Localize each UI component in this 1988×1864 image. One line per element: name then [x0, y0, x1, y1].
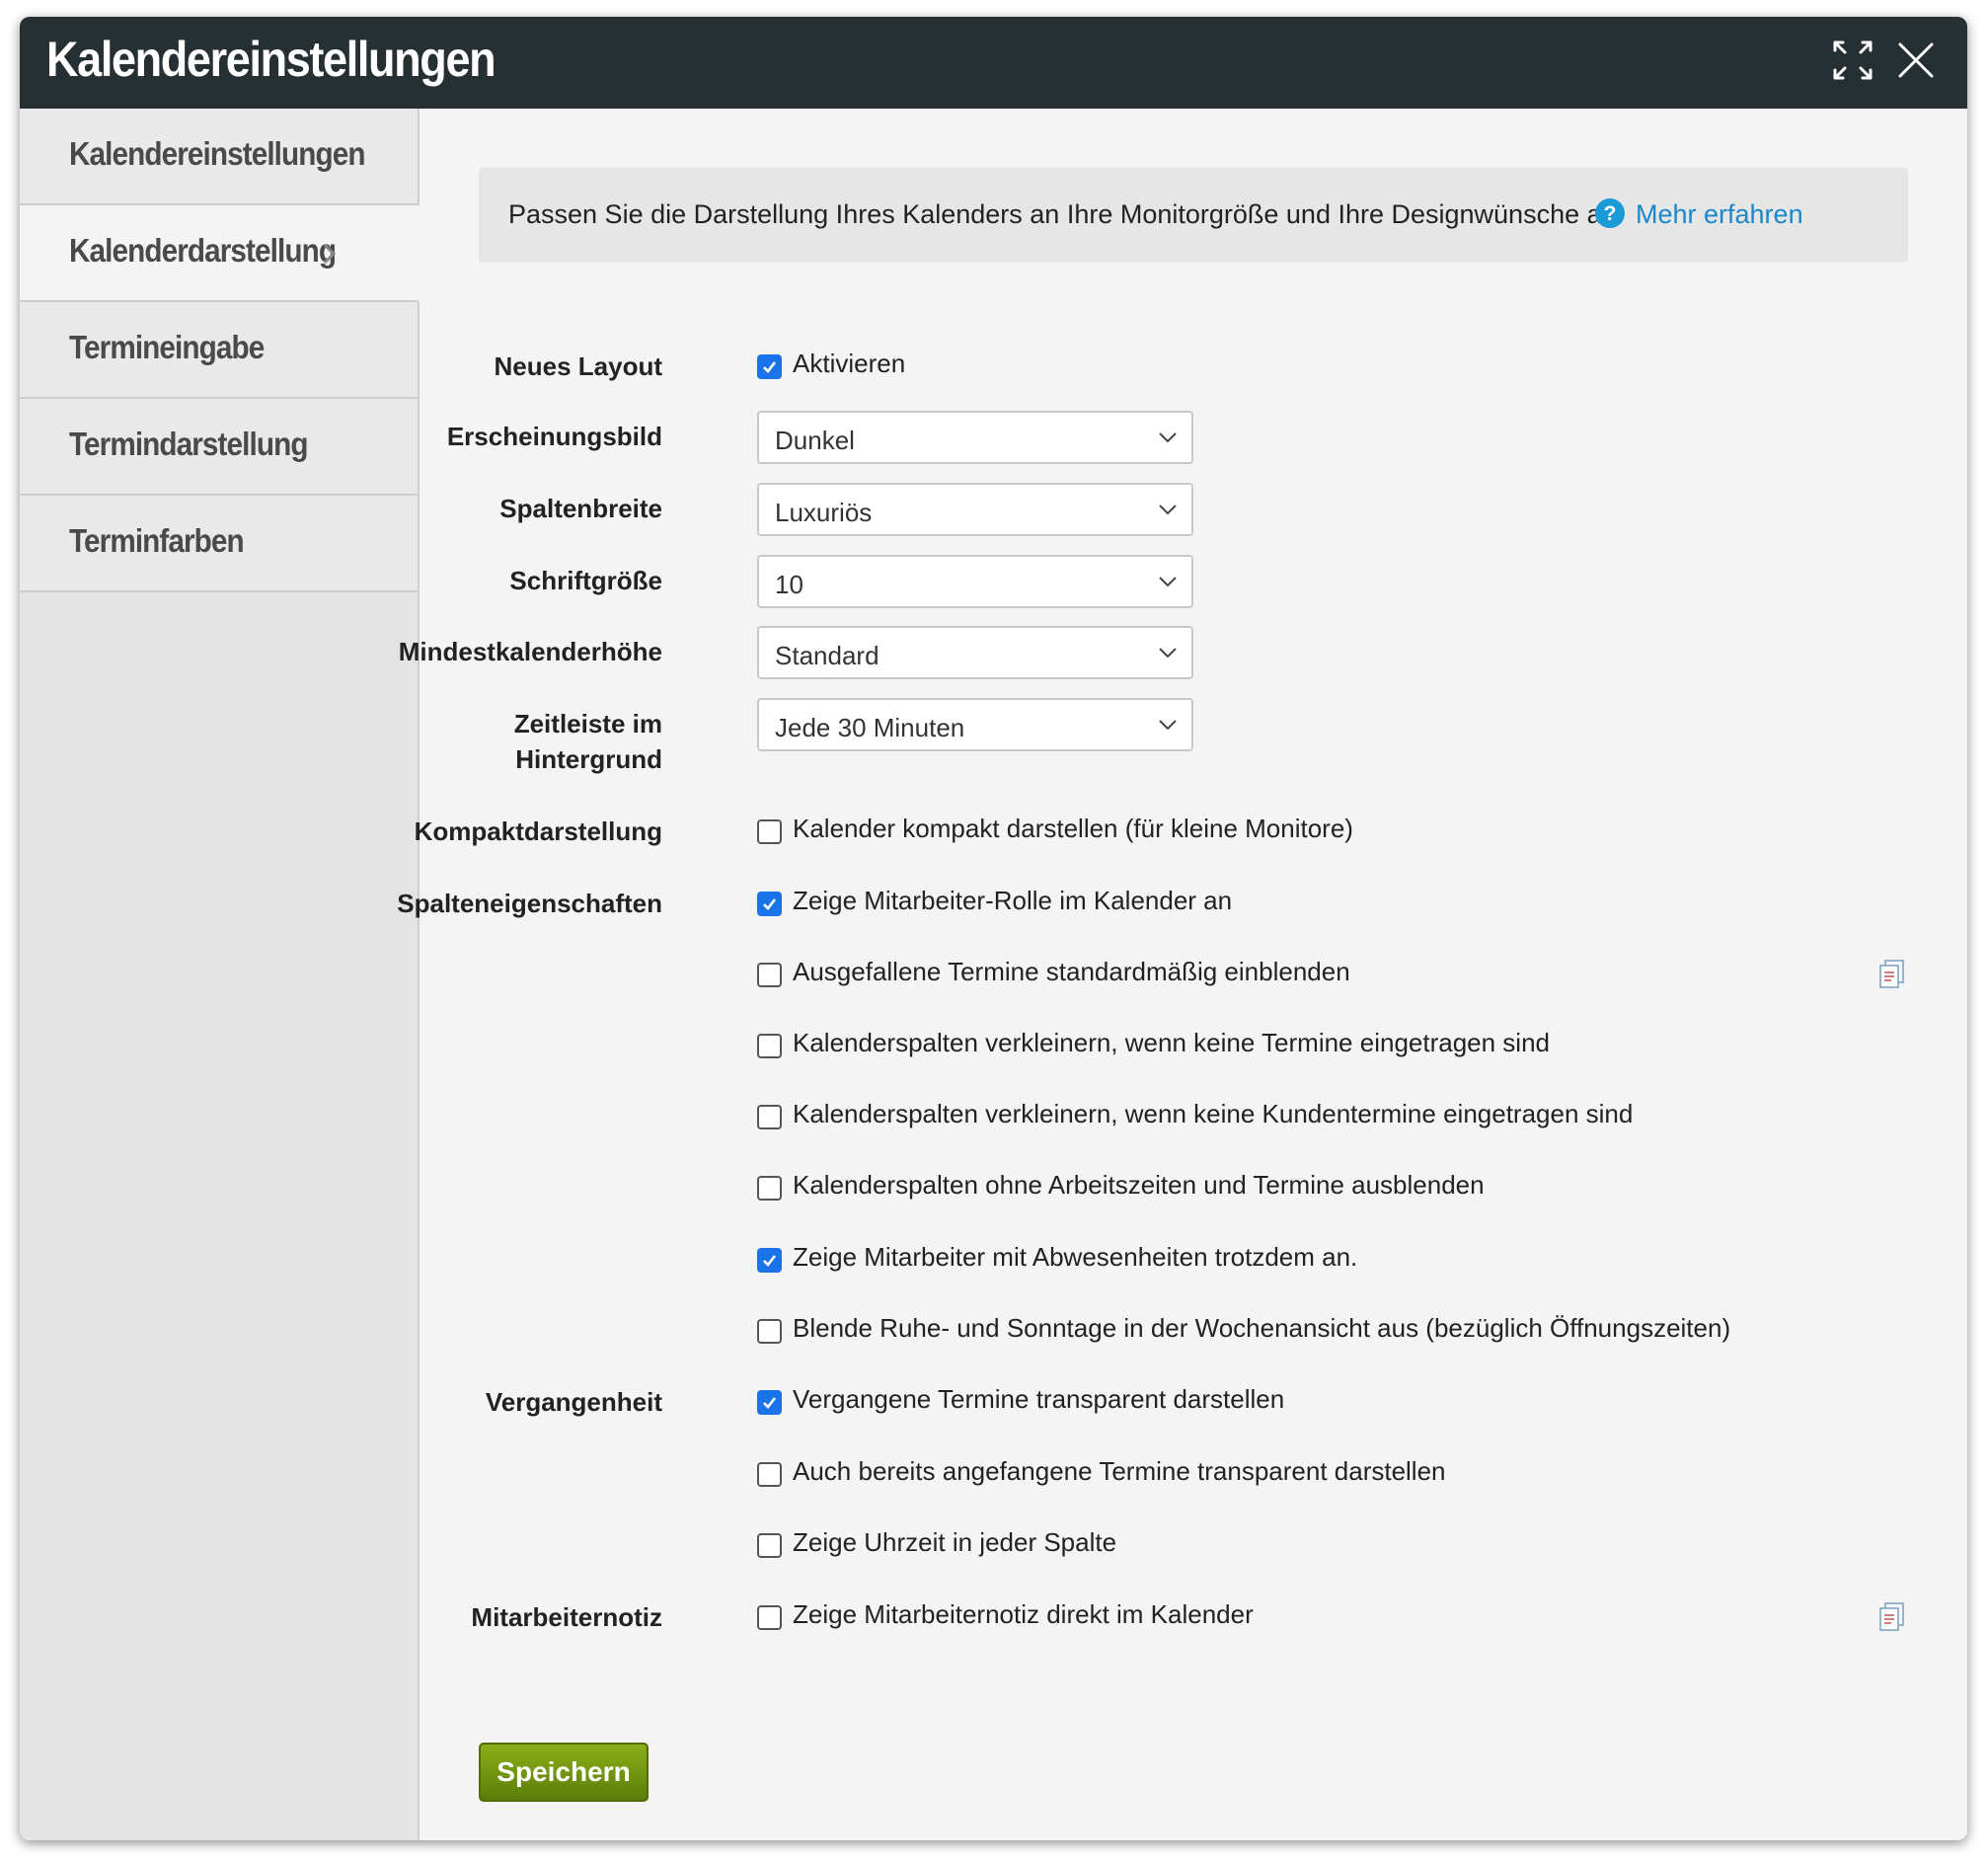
vergangenheit-option-label[interactable]: Auch bereits angefangene Termine transpa…: [793, 1456, 1446, 1487]
mitarbeiternotiz-label: Mitarbeiternotiz: [471, 1602, 662, 1632]
zeitleiste-label: Zeitleiste im Hintergrund: [366, 706, 662, 777]
spalten-option-label[interactable]: Kalenderspalten verkleinern, wenn keine …: [793, 1099, 1633, 1129]
spalten-option-checkbox[interactable]: [757, 963, 782, 987]
spalten-option-label[interactable]: Kalenderspalten ohne Arbeitszeiten und T…: [793, 1170, 1485, 1201]
sidebar-item-termindarstellung[interactable]: Termindarstellung: [20, 399, 418, 496]
vergangenheit-option-label[interactable]: Zeige Uhrzeit in jeder Spalte: [793, 1527, 1116, 1558]
mindestkalenderhoehe-label: Mindestkalenderhöhe: [398, 637, 662, 666]
settings-dialog: Kalendereinstellungen Kalendereinstellun…: [20, 17, 1967, 1840]
sidebar-item-terminfarben[interactable]: Terminfarben: [20, 496, 418, 592]
zeitleiste-value: Jede 30 Minuten: [775, 713, 965, 742]
chevron-down-icon: [1159, 577, 1177, 587]
spalten-option-label[interactable]: Ausgefallene Termine standardmäßig einbl…: [793, 957, 1350, 987]
chevron-down-icon: [1159, 648, 1177, 659]
spalten-option-label[interactable]: Zeige Mitarbeiter-Rolle im Kalender an: [793, 886, 1232, 916]
erscheinungsbild-select[interactable]: Dunkel: [757, 411, 1193, 464]
settings-content: Passen Sie die Darstellung Ihres Kalende…: [397, 109, 1967, 1840]
neues-layout-checkbox-label[interactable]: Aktivieren: [793, 349, 905, 379]
vergangenheit-option-label[interactable]: Vergangene Termine transparent darstelle…: [793, 1384, 1284, 1415]
mitarbeiternotiz-checkbox[interactable]: [757, 1605, 782, 1630]
spalten-option-label[interactable]: Kalenderspalten verkleinern, wenn keine …: [793, 1028, 1550, 1058]
chevron-down-icon: [1159, 432, 1177, 443]
spaltenbreite-select[interactable]: Luxuriös: [757, 483, 1193, 536]
sidebar-item-label: Terminfarben: [69, 522, 245, 559]
document-icon[interactable]: [1876, 1601, 1908, 1633]
info-text: Passen Sie die Darstellung Ihres Kalende…: [508, 199, 1625, 229]
zeitleiste-select[interactable]: Jede 30 Minuten: [757, 698, 1193, 751]
sidebar-item-label: Termineingabe: [69, 329, 265, 365]
title-bar: Kalendereinstellungen: [20, 17, 1967, 109]
spalten-option-checkbox[interactable]: [757, 1105, 782, 1129]
zeitleiste-label-line2: Hintergrund: [515, 744, 662, 774]
spaltenbreite-value: Luxuriös: [775, 498, 873, 527]
mehr-erfahren-link[interactable]: Mehr erfahren: [1636, 199, 1803, 230]
close-x-icon[interactable]: [1892, 37, 1940, 84]
spalten-option-label[interactable]: Blende Ruhe- und Sonntage in der Wochena…: [793, 1313, 1730, 1344]
chevron-right-icon: [323, 243, 337, 265]
kompaktdarstellung-checkbox[interactable]: [757, 819, 782, 844]
spalten-option-checkbox[interactable]: [757, 892, 782, 916]
document-icon[interactable]: [1876, 959, 1908, 990]
expand-arrows-icon[interactable]: [1829, 37, 1876, 84]
schriftgroesse-value: 10: [775, 570, 803, 599]
sidebar-item-termineingabe[interactable]: Termineingabe: [20, 302, 418, 399]
checkmark-icon: [763, 898, 777, 910]
schriftgroesse-label: Schriftgröße: [509, 566, 662, 595]
sidebar-item-label: Kalenderdarstellung: [69, 232, 337, 269]
dialog-title: Kalendereinstellungen: [46, 32, 497, 87]
sidebar-item-kalenderdarstellung[interactable]: Kalenderdarstellung: [20, 205, 420, 302]
sidebar-item-label: Kalendereinstellungen: [69, 135, 366, 172]
spalten-option-checkbox[interactable]: [757, 1176, 782, 1201]
mindestkalenderhoehe-select[interactable]: Standard: [757, 626, 1193, 679]
spalten-option-label[interactable]: Zeige Mitarbeiter mit Abwesenheiten trot…: [793, 1242, 1357, 1273]
save-button[interactable]: Speichern: [479, 1743, 649, 1802]
checkmark-icon: [763, 361, 777, 373]
mindestkalenderhoehe-value: Standard: [775, 641, 879, 670]
spalten-option-checkbox[interactable]: [757, 1319, 782, 1344]
svg-text:?: ?: [1604, 202, 1617, 225]
help-icon[interactable]: ?: [1594, 197, 1626, 229]
zeitleiste-label-line1: Zeitleiste im: [513, 709, 662, 738]
vergangenheit-option-checkbox[interactable]: [757, 1390, 782, 1415]
spaltenbreite-label: Spaltenbreite: [499, 494, 662, 523]
kompaktdarstellung-label: Kompaktdarstellung: [414, 816, 662, 846]
spalten-option-checkbox[interactable]: [757, 1034, 782, 1058]
vergangenheit-option-checkbox[interactable]: [757, 1462, 782, 1487]
sidebar-item-kalendereinstellungen[interactable]: Kalendereinstellungen: [20, 109, 418, 205]
vergangenheit-option-checkbox[interactable]: [757, 1533, 782, 1558]
checkmark-icon: [763, 1397, 777, 1409]
sidebar-item-label: Termindarstellung: [69, 426, 308, 462]
vergangenheit-label: Vergangenheit: [485, 1387, 662, 1417]
erscheinungsbild-label: Erscheinungsbild: [446, 422, 662, 451]
spalten-option-checkbox[interactable]: [757, 1248, 782, 1273]
neues-layout-label: Neues Layout: [494, 351, 663, 381]
chevron-down-icon: [1159, 505, 1177, 515]
chevron-down-icon: [1159, 720, 1177, 731]
mitarbeiternotiz-checkbox-label[interactable]: Zeige Mitarbeiternotiz direkt im Kalende…: [793, 1599, 1254, 1630]
sidebar: Kalendereinstellungen Kalenderdarstellun…: [20, 109, 420, 1840]
schriftgroesse-select[interactable]: 10: [757, 555, 1193, 608]
kompaktdarstellung-checkbox-label[interactable]: Kalender kompakt darstellen (für kleine …: [793, 814, 1353, 844]
erscheinungsbild-value: Dunkel: [775, 426, 855, 455]
checkmark-icon: [763, 1255, 777, 1267]
info-box: Passen Sie die Darstellung Ihres Kalende…: [479, 168, 1908, 263]
spalteneigenschaften-label: Spalteneigenschaften: [397, 889, 662, 918]
neues-layout-checkbox[interactable]: [757, 354, 782, 379]
